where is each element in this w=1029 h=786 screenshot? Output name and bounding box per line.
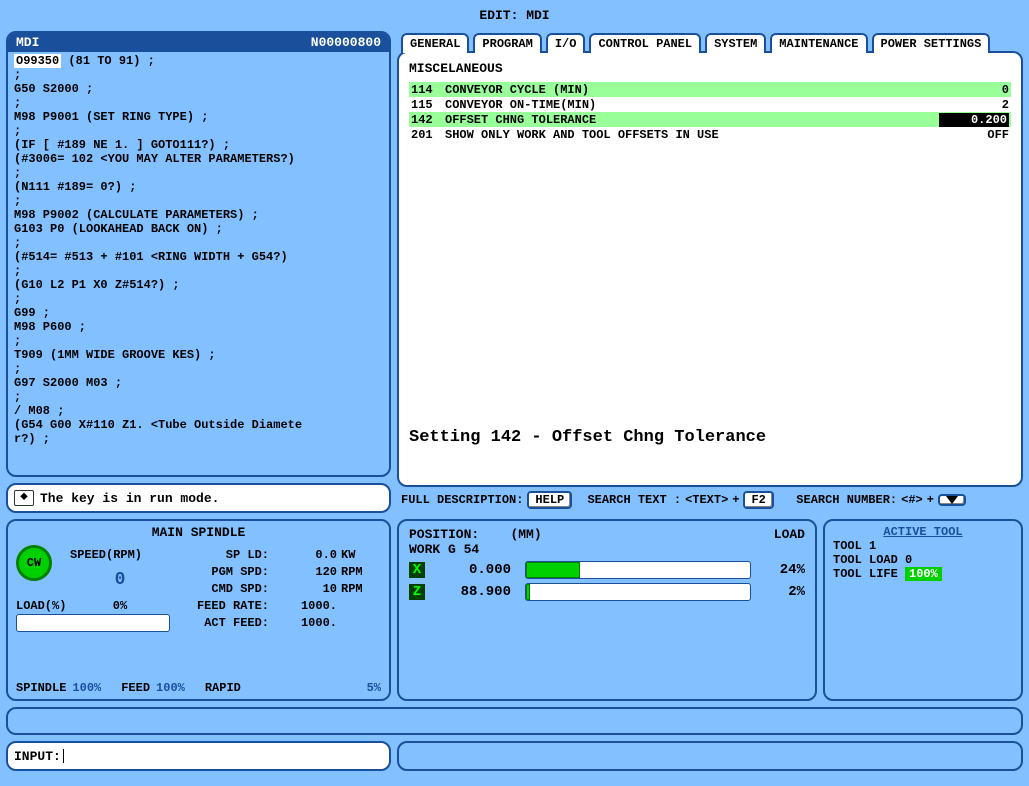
tool-life-value: 100%: [905, 567, 942, 581]
override-row: SPINDLE 100% FEED 100% RAPID 5%: [16, 681, 381, 695]
input-label: INPUT:: [14, 749, 61, 764]
load-bar: [525, 561, 751, 579]
setting-row[interactable]: 114CONVEYOR CYCLE (MIN)0: [409, 82, 1011, 97]
tab-system[interactable]: SYSTEM: [705, 33, 766, 53]
settings-title: MISCELANEOUS: [409, 61, 1011, 76]
plus-label-2: +: [927, 493, 934, 507]
feed-val: 1000.: [277, 599, 337, 613]
load-label: LOAD(%): [16, 599, 66, 613]
load-percent: 24%: [761, 562, 805, 578]
position-work: WORK G 54: [409, 542, 805, 557]
key-icon: ⬥: [14, 490, 34, 506]
load-percent: 2%: [761, 584, 805, 600]
position-value: 0.000: [435, 562, 515, 578]
help-button[interactable]: HELP: [527, 491, 572, 509]
ovr-rapid-l: RAPID: [205, 681, 241, 695]
axis-label: X: [409, 562, 425, 578]
feed-label: FEED RATE:: [174, 599, 273, 613]
setting-row[interactable]: 142OFFSET CHNG TOLERANCE0.200: [409, 112, 1011, 127]
pgm-val: 120: [277, 565, 337, 579]
ovr-feed-v: 100%: [156, 681, 185, 695]
cmd-unit: RPM: [341, 582, 381, 596]
position-title: POSITION:: [409, 527, 479, 542]
speed-label: SPEED(RPM): [70, 548, 170, 562]
spld-unit: KW: [341, 548, 381, 562]
setting-row[interactable]: 115CONVEYOR ON-TIME(MIN)2: [409, 97, 1011, 112]
pgm-unit: RPM: [341, 565, 381, 579]
tab-power-settings[interactable]: POWER SETTINGS: [872, 33, 991, 53]
act-label: ACT FEED:: [174, 616, 273, 630]
spacer-panel: [6, 707, 1023, 735]
ovr-spindle-l: SPINDLE: [16, 681, 66, 695]
position-load-label: LOAD: [774, 527, 805, 542]
search-text-placeholder[interactable]: <TEXT>: [685, 493, 728, 507]
code-panel: MDI N00000800 O99350 (81 TO 91) ;;G50 S2…: [6, 31, 391, 477]
tool-life: TOOL LIFE 100%: [833, 567, 1013, 581]
tabs: GENERALPROGRAMI/OCONTROL PANELSYSTEMMAIN…: [397, 31, 1023, 51]
title-bar: EDIT: MDI: [6, 6, 1023, 25]
load-bar: [16, 614, 170, 632]
search-text-label: SEARCH TEXT :: [587, 493, 681, 507]
load-bar: [525, 583, 751, 601]
ovr-spindle-v: 100%: [72, 681, 101, 695]
tool-panel: ACTIVE TOOL TOOL 1 TOOL LOAD 0 TOOL LIFE…: [823, 519, 1023, 701]
input-right-panel: [397, 741, 1023, 771]
position-value: 88.900: [435, 584, 515, 600]
tool-number: TOOL 1: [833, 539, 1013, 553]
setting-description: Setting 142 - Offset Chng Tolerance: [409, 428, 1011, 477]
spindle-direction-icon: CW: [16, 545, 52, 581]
tab-general[interactable]: GENERAL: [401, 33, 469, 53]
tab-maintenance[interactable]: MAINTENANCE: [770, 33, 867, 53]
search-bar: FULL DESCRIPTION: HELP SEARCH TEXT : <TE…: [397, 487, 1023, 513]
ovr-feed-l: FEED: [121, 681, 150, 695]
tab-i/o[interactable]: I/O: [546, 33, 586, 53]
settings-list[interactable]: 114CONVEYOR CYCLE (MIN)0115CONVEYOR ON-T…: [409, 82, 1011, 142]
spld-val: 0.0: [277, 548, 337, 562]
f2-button[interactable]: F2: [743, 491, 773, 509]
cmd-label: CMD SPD:: [174, 582, 273, 596]
chevron-down-icon: [946, 496, 958, 504]
pgm-label: PGM SPD:: [174, 565, 273, 579]
position-row: Z 88.900 2%: [409, 583, 805, 601]
spindle-title: MAIN SPINDLE: [16, 525, 381, 540]
tab-program[interactable]: PROGRAM: [473, 33, 541, 53]
settings-body: MISCELANEOUS 114CONVEYOR CYCLE (MIN)0115…: [397, 51, 1023, 487]
position-row: X 0.000 24%: [409, 561, 805, 579]
ovr-rapid-v: 5%: [367, 681, 381, 695]
spindle-panel: MAIN SPINDLE CW SPEED(RPM) SP LD: 0.0 KW…: [6, 519, 391, 701]
cmd-val: 10: [277, 582, 337, 596]
search-dropdown-button[interactable]: [938, 494, 966, 506]
setting-row[interactable]: 201SHOW ONLY WORK AND TOOL OFFSETS IN US…: [409, 127, 1011, 142]
key-mode-panel: ⬥ The key is in run mode.: [6, 483, 391, 513]
cursor-icon: [63, 749, 64, 763]
axis-label: Z: [409, 584, 425, 600]
position-panel: POSITION: (MM) LOAD WORK G 54 X 0.000 24% Z…: [397, 519, 817, 701]
input-field[interactable]: INPUT:: [6, 741, 391, 771]
key-mode-text: The key is in run mode.: [40, 491, 219, 506]
load-val: 0%: [70, 599, 170, 613]
tool-load: TOOL LOAD 0: [833, 553, 1013, 567]
full-desc-label: FULL DESCRIPTION:: [401, 493, 523, 507]
rpm-value: 0: [70, 570, 170, 590]
code-header-right: N00000800: [311, 35, 381, 50]
plus-label: +: [732, 493, 739, 507]
tool-life-label: TOOL LIFE: [833, 567, 905, 581]
tool-title: ACTIVE TOOL: [833, 525, 1013, 539]
code-header: MDI N00000800: [8, 33, 389, 52]
search-number-label: SEARCH NUMBER:: [796, 493, 897, 507]
position-units: (MM): [510, 527, 541, 542]
act-val: 1000.: [277, 616, 337, 630]
code-header-left: MDI: [16, 35, 39, 50]
search-number-placeholder[interactable]: <#>: [901, 493, 923, 507]
code-body[interactable]: O99350 (81 TO 91) ;;G50 S2000 ;;M98 P900…: [8, 52, 389, 475]
spld-label: SP LD:: [174, 548, 273, 562]
tab-control-panel[interactable]: CONTROL PANEL: [589, 33, 701, 53]
